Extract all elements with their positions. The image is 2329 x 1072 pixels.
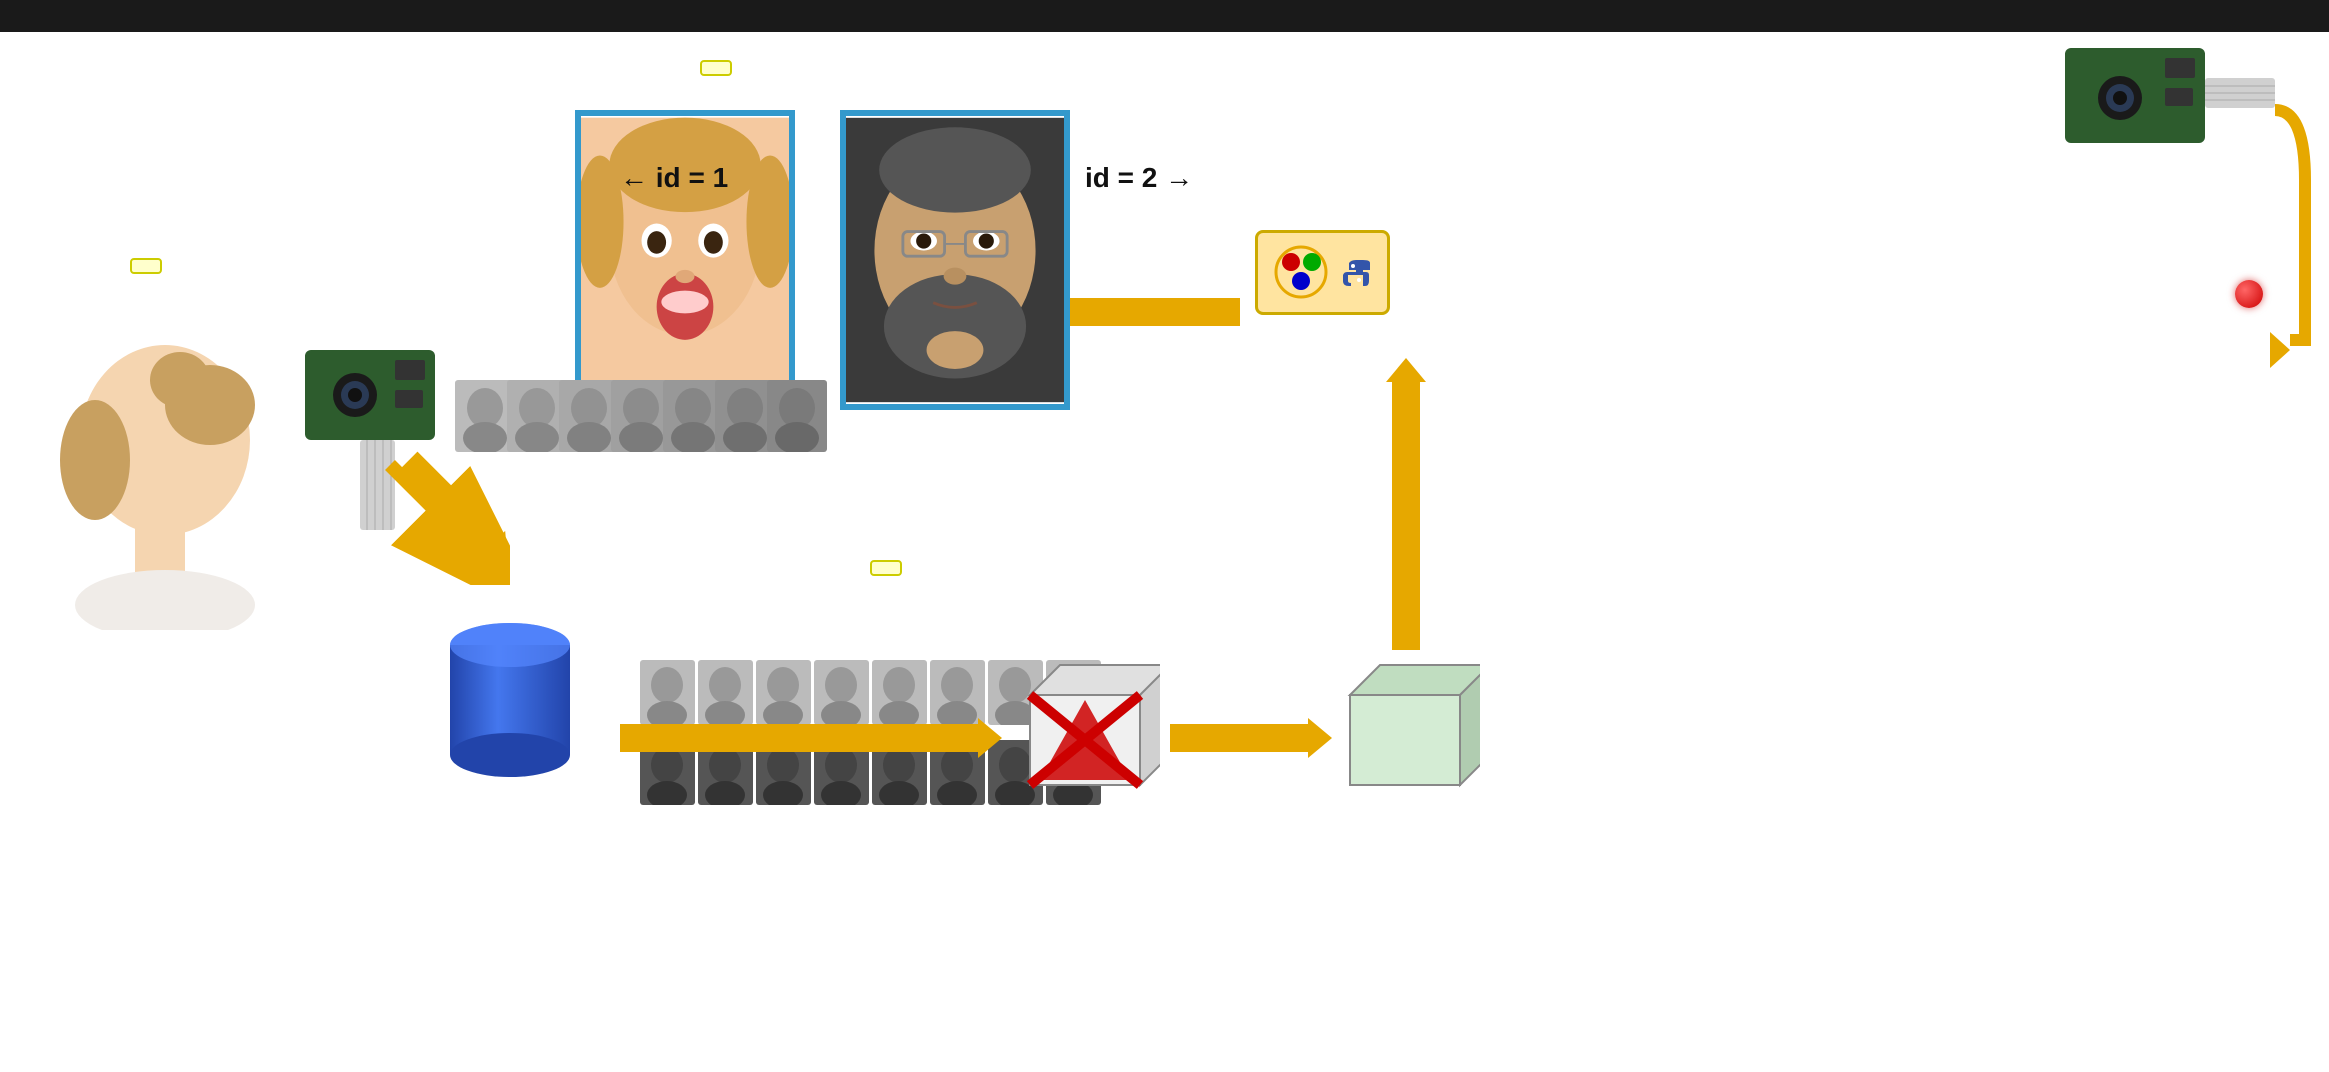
led-dot bbox=[2235, 280, 2263, 308]
top-bar bbox=[0, 0, 2329, 32]
id2-recognition-label: id = 2 → bbox=[1085, 162, 1193, 194]
steve-face-container bbox=[840, 110, 1070, 410]
opencv-box bbox=[1255, 230, 1390, 315]
camera-top-right bbox=[2055, 38, 2275, 233]
arrow-dataset-to-recognizer bbox=[620, 724, 980, 752]
trainer-cube bbox=[1330, 655, 1480, 810]
face-stream bbox=[455, 380, 827, 452]
mary-face-container bbox=[575, 110, 795, 390]
phase2-label bbox=[870, 560, 902, 576]
phase1-label bbox=[130, 258, 162, 274]
dataset-cylinder bbox=[440, 620, 580, 795]
id1-recognition-label: ← id = 1 bbox=[620, 162, 728, 194]
arrow-opencv-to-recognition bbox=[1050, 298, 1240, 326]
phase3-label bbox=[700, 60, 732, 76]
python-text bbox=[1337, 258, 1371, 288]
arrow-recognizer-to-trainer bbox=[1170, 724, 1310, 752]
diag-down-arrow bbox=[380, 455, 510, 585]
person-mary-image bbox=[55, 320, 275, 635]
arrow-up-trainer-opencv bbox=[1392, 380, 1420, 650]
recognizer-cube bbox=[1010, 655, 1160, 810]
